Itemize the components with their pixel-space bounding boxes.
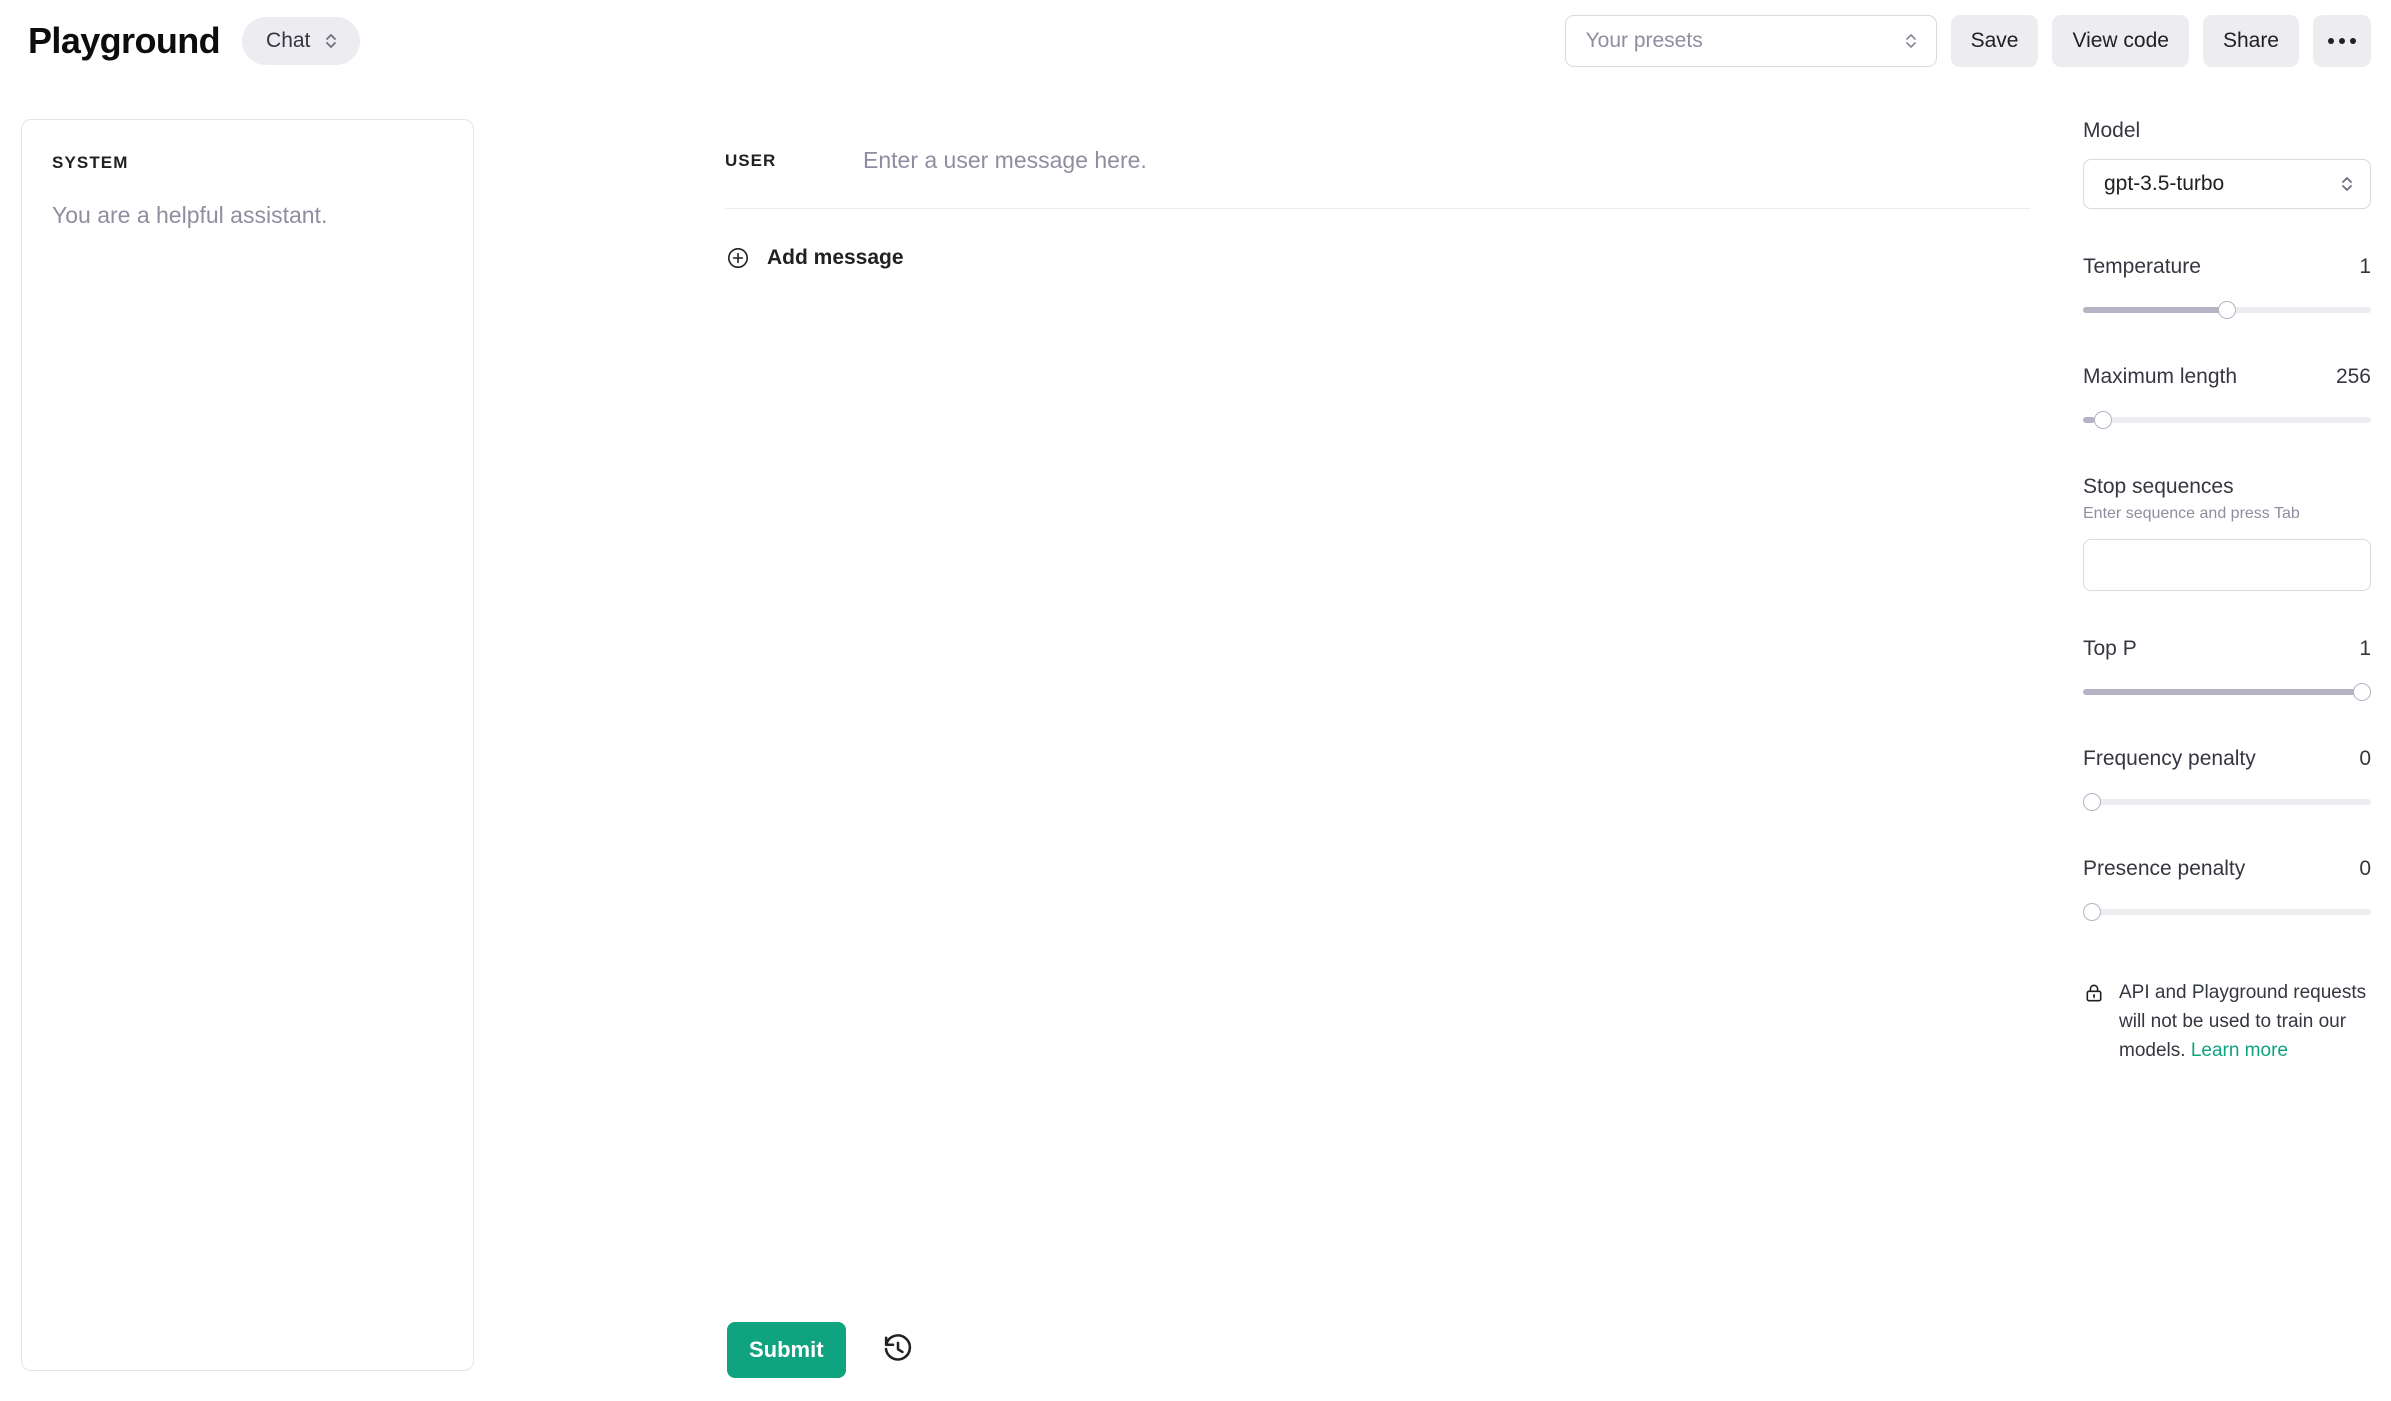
slider-thumb[interactable] <box>2083 903 2101 921</box>
param-top-p: Top P 1 <box>2083 637 2371 701</box>
slider-thumb[interactable] <box>2218 301 2236 319</box>
param-header: Maximum length 256 <box>2083 365 2371 389</box>
param-label: Presence penalty <box>2083 857 2246 880</box>
slider-track <box>2083 417 2371 423</box>
param-label: Frequency penalty <box>2083 747 2256 770</box>
param-header: Temperature 1 <box>2083 255 2371 279</box>
slider-thumb[interactable] <box>2353 683 2371 701</box>
view-code-button[interactable]: View code <box>2052 15 2189 67</box>
slider-fill <box>2083 307 2227 313</box>
param-value: 1 <box>2359 637 2371 660</box>
share-button[interactable]: Share <box>2202 15 2299 67</box>
model-label: Model <box>2083 119 2141 142</box>
model-section: Model gpt-3.5-turbo <box>2083 119 2371 209</box>
slider-fill <box>2083 689 2371 695</box>
slider-presence-penalty[interactable] <box>2083 903 2371 921</box>
slider-temperature[interactable] <box>2083 301 2371 319</box>
system-message-panel[interactable]: SYSTEM You are a helpful assistant. <box>21 119 474 1371</box>
stop-sequences-input[interactable] <box>2083 539 2371 591</box>
param-header: Presence penalty 0 <box>2083 857 2371 881</box>
save-button[interactable]: Save <box>1950 15 2039 67</box>
submit-button[interactable]: Submit <box>727 1322 846 1378</box>
param-maximum-length: Maximum length 256 <box>2083 365 2371 429</box>
app-header: Playground Chat Your presets Save View c… <box>0 0 2391 82</box>
chevron-updown-icon <box>2340 172 2354 196</box>
system-label: SYSTEM <box>52 153 129 172</box>
param-label: Maximum length <box>2083 365 2238 388</box>
model-select[interactable]: gpt-3.5-turbo <box>2083 159 2371 209</box>
param-temperature: Temperature 1 <box>2083 255 2371 319</box>
stop-sequences-label: Stop sequences <box>2083 475 2234 498</box>
slider-frequency-penalty[interactable] <box>2083 793 2371 811</box>
settings-sidebar: Model gpt-3.5-turbo Temperature 1 Maximu… <box>2083 119 2371 1066</box>
param-presence-penalty: Presence penalty 0 <box>2083 857 2371 921</box>
param-header: Top P 1 <box>2083 637 2371 661</box>
param-frequency-penalty: Frequency penalty 0 <box>2083 747 2371 811</box>
presets-placeholder: Your presets <box>1585 29 1703 52</box>
slider-track <box>2083 909 2371 915</box>
mode-selector-label: Chat <box>266 29 311 52</box>
privacy-text-block: API and Playground requests will not be … <box>2119 979 2371 1066</box>
add-message-label: Add message <box>767 246 904 270</box>
page-title: Playground <box>28 20 221 61</box>
slider-fill <box>2083 417 2095 423</box>
message-row-user[interactable]: USER Enter a user message here. <box>725 119 2030 210</box>
chevron-updown-icon <box>1904 29 1918 53</box>
param-label: Temperature <box>2083 255 2201 278</box>
ellipsis-icon <box>2328 38 2356 44</box>
stop-sequences-hint: Enter sequence and press Tab <box>2083 505 2300 522</box>
slider-track <box>2083 799 2371 805</box>
slider-thumb[interactable] <box>2083 793 2101 811</box>
message-role-label: USER <box>725 151 777 170</box>
model-select-value: gpt-3.5-turbo <box>2104 172 2225 195</box>
system-input[interactable]: You are a helpful assistant. <box>52 199 443 231</box>
more-options-button[interactable] <box>2313 15 2371 67</box>
history-button[interactable] <box>878 1330 918 1370</box>
param-value: 0 <box>2359 747 2371 770</box>
plus-circle-icon <box>725 245 751 271</box>
param-header: Frequency penalty 0 <box>2083 747 2371 771</box>
stop-sequences-section: Stop sequences Enter sequence and press … <box>2083 475 2371 591</box>
footer-actions: Submit <box>727 1322 918 1378</box>
learn-more-link[interactable]: Learn more <box>2191 1040 2288 1061</box>
presets-select[interactable]: Your presets <box>1564 15 1937 67</box>
header-actions: Your presets Save View code Share <box>1564 15 2371 67</box>
mode-selector-chat[interactable]: Chat <box>242 17 361 65</box>
conversation-area: USER Enter a user message here. Add mess… <box>725 119 2030 277</box>
param-label: Top P <box>2083 637 2137 660</box>
privacy-notice: API and Playground requests will not be … <box>2083 979 2371 1066</box>
slider-top-p[interactable] <box>2083 683 2371 701</box>
chevron-updown-icon <box>324 29 338 53</box>
param-value: 1 <box>2359 255 2371 278</box>
param-value: 256 <box>2335 365 2371 388</box>
slider-thumb[interactable] <box>2093 411 2112 429</box>
add-message-button[interactable]: Add message <box>725 239 904 277</box>
param-value: 0 <box>2359 857 2371 880</box>
history-clock-icon <box>882 1333 914 1368</box>
user-message-input[interactable]: Enter a user message here. <box>863 145 2030 176</box>
lock-icon <box>2083 982 2105 1009</box>
slider-maximum-length[interactable] <box>2083 411 2371 429</box>
